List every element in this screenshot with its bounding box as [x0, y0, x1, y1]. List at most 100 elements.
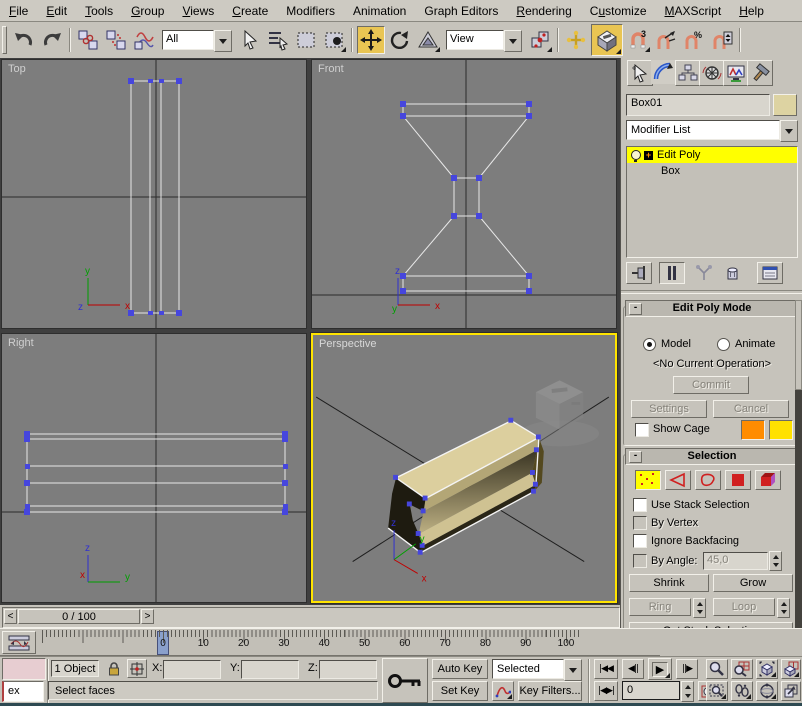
- previous-frame-arrow[interactable]: <: [4, 609, 17, 624]
- current-frame-field[interactable]: 0: [622, 681, 680, 700]
- redo-button[interactable]: [39, 27, 65, 53]
- modifier-list-dropdown[interactable]: Modifier List: [626, 120, 798, 140]
- viewport-label-right[interactable]: Right: [8, 337, 34, 349]
- menu-item-create[interactable]: Create: [223, 2, 277, 20]
- border-subobject-button[interactable]: [695, 470, 721, 490]
- select-and-manipulate-button[interactable]: [563, 27, 589, 53]
- time-slider-handle[interactable]: 0 / 100: [18, 609, 140, 624]
- next-frame-button[interactable]: ||▶: [676, 659, 698, 679]
- ignore-backfacing-checkbox[interactable]: [633, 534, 647, 548]
- tab-create[interactable]: [627, 60, 653, 86]
- track-bar[interactable]: 0102030405060708090100: [0, 628, 802, 657]
- ring-button[interactable]: Ring: [629, 598, 691, 616]
- loop-spinner[interactable]: [777, 598, 790, 618]
- reference-coordinate-dropdown-arrow[interactable]: [504, 30, 522, 52]
- zoom-extents-all-button[interactable]: [781, 659, 801, 679]
- spinner-snap-toggle-button[interactable]: [709, 27, 735, 53]
- expand-icon[interactable]: +: [644, 151, 653, 160]
- select-and-link-button[interactable]: [75, 27, 101, 53]
- key-mode-combo[interactable]: Selected: [492, 659, 582, 679]
- previous-frame-button[interactable]: ◀||: [622, 659, 644, 679]
- remove-modifier-button[interactable]: [719, 262, 745, 284]
- ring-spinner[interactable]: [693, 598, 706, 618]
- tab-hierarchy[interactable]: [675, 60, 701, 86]
- key-filters-button[interactable]: Key Filters...: [518, 681, 582, 701]
- snaps-toggle-button[interactable]: 3: [625, 27, 651, 53]
- menu-item-customize[interactable]: Customize: [581, 2, 656, 20]
- use-pivot-point-center-button[interactable]: [527, 27, 553, 53]
- z-coordinate-field[interactable]: [319, 660, 377, 679]
- macro-recorder-pane[interactable]: [2, 658, 46, 680]
- select-and-rotate-button[interactable]: [387, 27, 413, 53]
- viewport-label-top[interactable]: Top: [8, 63, 26, 75]
- by-angle-checkbox[interactable]: [633, 554, 647, 568]
- shrink-button[interactable]: Shrink: [629, 574, 709, 592]
- unlink-selection-button[interactable]: [103, 27, 129, 53]
- default-tangents-button[interactable]: [492, 681, 514, 701]
- menu-item-animation[interactable]: Animation: [344, 2, 415, 20]
- zoom-extents-button[interactable]: [756, 659, 778, 679]
- grow-button[interactable]: Grow: [713, 574, 793, 592]
- animate-radio[interactable]: [717, 338, 730, 354]
- bind-to-space-warp-button[interactable]: [131, 27, 157, 53]
- model-label[interactable]: Model: [661, 338, 691, 350]
- selection-header[interactable]: - Selection: [625, 448, 799, 465]
- absolute-offset-mode-toggle[interactable]: [127, 659, 147, 678]
- key-mode-arrow[interactable]: [564, 659, 582, 681]
- menu-item-graph-editors[interactable]: Graph Editors: [415, 2, 507, 20]
- undo-button[interactable]: [11, 27, 37, 53]
- viewport-top[interactable]: y x z Top: [1, 59, 307, 329]
- use-stack-selection-label[interactable]: Use Stack Selection: [651, 499, 749, 511]
- modifier-stack-item-box[interactable]: Box: [627, 163, 797, 179]
- viewport-right[interactable]: z y x Right: [1, 333, 307, 603]
- use-stack-selection-checkbox[interactable]: [633, 498, 647, 512]
- panel-scrollbar-thumb[interactable]: [795, 300, 802, 390]
- tab-modify[interactable]: [651, 60, 675, 84]
- object-name-field[interactable]: Box01: [626, 94, 770, 116]
- menu-item-maxscript[interactable]: MAXScript: [656, 2, 731, 20]
- modifier-list-arrow[interactable]: [780, 120, 798, 142]
- selection-lock-toggle[interactable]: [104, 659, 123, 678]
- by-vertex-checkbox[interactable]: [633, 516, 647, 530]
- menu-item-views[interactable]: Views: [173, 2, 223, 20]
- reference-coordinate-combo[interactable]: View: [446, 30, 522, 50]
- set-key-mode-button[interactable]: [382, 658, 428, 703]
- make-unique-button[interactable]: [691, 262, 717, 284]
- show-cage-label[interactable]: Show Cage: [653, 423, 710, 435]
- keyboard-shortcut-override-toggle[interactable]: [591, 24, 623, 56]
- set-key-toggle[interactable]: Set Key: [432, 681, 488, 701]
- object-color-swatch[interactable]: [773, 94, 797, 116]
- zoom-all-button[interactable]: [731, 659, 753, 679]
- menu-item-file[interactable]: File: [0, 2, 37, 20]
- model-radio[interactable]: [643, 338, 656, 354]
- go-to-start-button[interactable]: |◀◀: [594, 659, 618, 679]
- commit-button[interactable]: Commit: [673, 376, 749, 394]
- play-animation-button[interactable]: ▶: [648, 658, 672, 680]
- configure-modifier-sets-button[interactable]: [757, 262, 783, 284]
- settings-button[interactable]: Settings: [631, 400, 707, 418]
- next-frame-arrow[interactable]: >: [141, 609, 154, 624]
- select-and-move-button[interactable]: [357, 26, 385, 54]
- viewport-perspective[interactable]: z y x Perspective: [311, 333, 617, 603]
- select-by-name-button[interactable]: [265, 27, 291, 53]
- viewport-front[interactable]: z x y Front: [311, 59, 617, 329]
- menu-item-group[interactable]: Group: [122, 2, 173, 20]
- selection-filter-combo[interactable]: All: [162, 30, 232, 50]
- element-subobject-button[interactable]: [755, 470, 781, 490]
- loop-button[interactable]: Loop: [713, 598, 775, 616]
- pin-stack-button[interactable]: [626, 262, 652, 284]
- zoom-button[interactable]: [706, 659, 728, 679]
- vertex-subobject-button[interactable]: [635, 470, 661, 490]
- select-and-scale-button[interactable]: [415, 27, 441, 53]
- edit-poly-mode-header[interactable]: - Edit Poly Mode: [625, 300, 799, 317]
- menu-item-edit[interactable]: Edit: [37, 2, 76, 20]
- menu-item-rendering[interactable]: Rendering: [507, 2, 580, 20]
- maximize-viewport-toggle[interactable]: [781, 681, 801, 701]
- viewport-label-perspective[interactable]: Perspective: [319, 338, 376, 350]
- cage-color-swatch[interactable]: [741, 420, 765, 440]
- animate-label[interactable]: Animate: [735, 338, 775, 350]
- panel-scrollbar[interactable]: [795, 300, 802, 656]
- auto-key-toggle[interactable]: Auto Key: [432, 659, 488, 679]
- open-mini-curve-editor-button[interactable]: [2, 631, 36, 654]
- tab-display[interactable]: [723, 60, 749, 86]
